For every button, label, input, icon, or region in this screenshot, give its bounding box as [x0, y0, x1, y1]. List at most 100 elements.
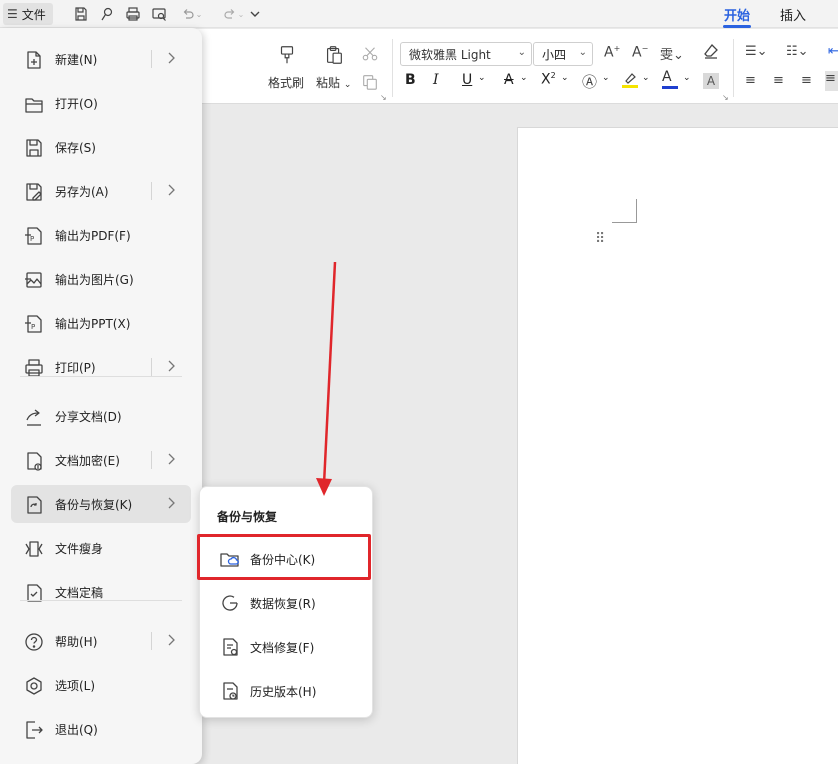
print-preview-quick-button[interactable] — [148, 3, 170, 25]
text-effect-icon[interactable]: Ⓐ — [582, 71, 597, 92]
exit-icon — [23, 719, 45, 741]
justify-icon[interactable]: ≡ — [825, 71, 838, 91]
file-menu-item-label: 新建(N) — [55, 52, 98, 67]
format-painter-icon — [280, 46, 294, 64]
file-menu-item-export-pdf[interactable]: P 输出为PDF(F) — [11, 216, 191, 254]
bullet-list-icon[interactable]: ☰⌄ — [745, 44, 768, 59]
paste-label[interactable]: 粘贴 ⌄ — [316, 74, 351, 91]
redo-icon — [224, 9, 234, 19]
backup-recovery-submenu: 备份与恢复 备份中心(K) 数据恢复(R) 文档修复(F) 历史版本(H) — [199, 486, 373, 718]
font-group-expand-icon[interactable]: ↘ — [722, 93, 729, 102]
file-menu-item-label: 备份与恢复(K) — [55, 497, 133, 512]
text-effect-dropdown-icon[interactable]: ⌄ — [602, 73, 610, 83]
cut-button[interactable] — [360, 44, 380, 64]
chevron-right-icon[interactable] — [165, 633, 177, 647]
file-menu-button[interactable]: ☰ 文件 — [3, 3, 53, 25]
undo-dropdown-icon[interactable]: ⌄ — [196, 10, 203, 19]
strikethrough-dropdown-icon[interactable]: ⌄ — [520, 73, 528, 83]
copy-button[interactable] — [360, 72, 380, 92]
underline-icon[interactable]: U — [462, 72, 472, 88]
italic-icon[interactable]: I — [433, 72, 439, 88]
document-page[interactable] — [517, 127, 838, 764]
undo-icon — [183, 9, 194, 19]
doc-repair-icon — [219, 636, 241, 658]
phonetic-guide-icon[interactable]: 雯⌄ — [660, 44, 684, 63]
submenu-divider — [151, 632, 152, 650]
quick-access-more-button[interactable] — [244, 3, 266, 25]
submenu-item-history-version[interactable]: 历史版本(H) — [200, 672, 372, 710]
paste-button[interactable] — [322, 43, 346, 67]
file-menu-item-save[interactable]: 保存(S) — [11, 128, 191, 166]
superscript-dropdown-icon[interactable]: ⌄ — [561, 73, 569, 83]
folder-open-icon — [23, 93, 45, 115]
file-menu-item-save-as[interactable]: 另存为(A) — [11, 172, 191, 210]
file-menu-item-folder-open[interactable]: 打开(O) — [11, 84, 191, 122]
new-doc-icon — [23, 49, 45, 71]
file-menu-item-new-doc[interactable]: 新建(N) — [11, 40, 191, 78]
align-left-icon[interactable]: ≡ — [745, 73, 756, 88]
file-menu-item-label: 输出为PPT(X) — [55, 316, 131, 331]
indent-icon[interactable]: ⇤ — [828, 44, 838, 59]
file-menu-item-label: 保存(S) — [55, 140, 96, 155]
highlight-color-icon[interactable] — [621, 70, 639, 91]
underline-dropdown-icon[interactable]: ⌄ — [478, 73, 486, 83]
chevron-right-icon[interactable] — [165, 496, 177, 510]
file-menu-label: 文件 — [21, 7, 46, 22]
file-menu-item-label: 帮助(H) — [55, 634, 98, 649]
file-menu-item-label: 输出为PDF(F) — [55, 228, 131, 243]
font-size-select[interactable]: 小四 ⌄ — [533, 42, 593, 66]
save-icon — [75, 7, 87, 21]
chevron-right-icon[interactable] — [165, 183, 177, 197]
paragraph-drag-handle-icon[interactable]: ⠿ — [595, 232, 605, 246]
char-shading-icon[interactable]: A — [703, 73, 719, 89]
file-menu-item-slim[interactable]: 文件瘦身 — [11, 529, 191, 567]
submenu-item-label: 备份中心(K) — [250, 553, 316, 567]
highlight-dropdown-icon[interactable]: ⌄ — [642, 73, 650, 83]
clipboard-group-expand-icon[interactable]: ↘ — [380, 93, 387, 102]
submenu-item-backup-center[interactable]: 备份中心(K) — [200, 540, 372, 578]
font-color-dropdown-icon[interactable]: ⌄ — [683, 73, 691, 83]
chevron-right-icon[interactable] — [165, 359, 177, 373]
file-menu-item-export-ppt[interactable]: P 输出为PPT(X) — [11, 304, 191, 342]
file-menu-item-finalize[interactable]: 文档定稿 — [11, 573, 191, 611]
save-quick-button[interactable] — [70, 3, 92, 25]
hamburger-icon: ☰ — [7, 7, 18, 21]
file-menu-item-backup[interactable]: 备份与恢复(K) — [11, 485, 191, 523]
bold-icon[interactable]: B — [405, 72, 416, 88]
submenu-item-doc-repair[interactable]: 文档修复(F) — [200, 628, 372, 666]
margin-corner-mark — [636, 199, 637, 223]
help-icon — [23, 631, 45, 653]
numbered-list-icon[interactable]: ☷⌄ — [786, 44, 809, 59]
tab-home[interactable]: 开始 — [724, 5, 750, 24]
file-menu-item-options[interactable]: 选项(L) — [11, 666, 191, 704]
format-painter-button[interactable] — [275, 43, 299, 67]
print-quick-button[interactable] — [122, 3, 144, 25]
grow-font-icon[interactable]: A+ — [604, 44, 620, 61]
tab-insert[interactable]: 插入 — [780, 5, 806, 24]
undo-button[interactable]: ⌄ — [176, 3, 206, 25]
superscript-icon[interactable]: X2 — [541, 71, 556, 88]
align-center-icon[interactable]: ≡ — [773, 73, 784, 88]
file-menu-item-exit[interactable]: 退出(Q) — [11, 710, 191, 748]
font-color-icon[interactable]: A — [662, 69, 678, 89]
strikethrough-icon[interactable]: A — [504, 72, 514, 88]
format-painter-label: 格式刷 — [268, 76, 305, 90]
export-quick-button[interactable] — [96, 3, 118, 25]
file-menu-item-share[interactable]: 分享文档(D) — [11, 397, 191, 435]
chevron-right-icon[interactable] — [165, 51, 177, 65]
clear-format-icon[interactable] — [702, 42, 720, 63]
paste-icon — [326, 46, 342, 64]
shrink-font-icon[interactable]: A− — [632, 44, 648, 61]
file-menu-item-print[interactable]: 打印(P) — [11, 348, 191, 386]
submenu-item-label: 历史版本(H) — [250, 685, 317, 699]
file-menu-item-help[interactable]: 帮助(H) — [11, 622, 191, 660]
submenu-item-data-recovery[interactable]: 数据恢复(R) — [200, 584, 372, 622]
file-menu-item-encrypt[interactable]: 文档加密(E) — [11, 441, 191, 479]
font-name-select[interactable]: 微软雅黑 Light ⌄ — [400, 42, 532, 66]
file-menu-item-export-image[interactable]: 输出为图片(G) — [11, 260, 191, 298]
menu-separator — [20, 376, 182, 377]
paste-dropdown-icon[interactable]: ⌄ — [344, 80, 352, 90]
align-right-icon[interactable]: ≡ — [801, 73, 812, 88]
chevron-right-icon[interactable] — [165, 452, 177, 466]
file-menu-item-label: 另存为(A) — [55, 184, 109, 199]
